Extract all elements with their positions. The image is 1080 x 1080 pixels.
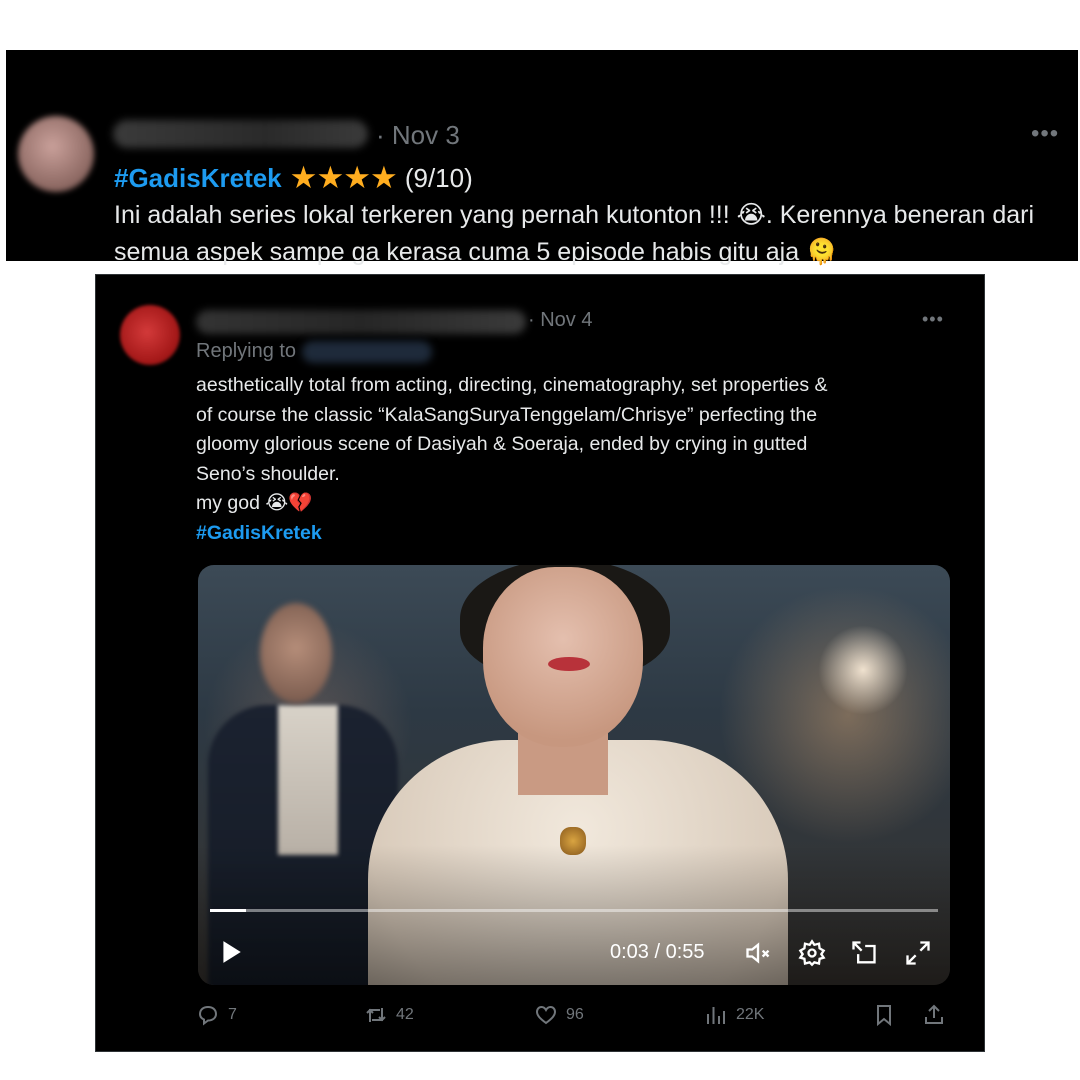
more-icon[interactable]: ••• [922,309,944,330]
video-player[interactable]: 0:03 / 0:55 [198,565,950,985]
settings-icon[interactable] [798,939,826,967]
reply-count: 7 [228,1006,237,1023]
views-icon [707,1007,725,1024]
video-time: 0:03 / 0:55 [610,941,705,963]
hashtag-link[interactable]: #GadisKretek [196,519,956,549]
reply-button[interactable]: 7 [196,1003,237,1027]
view-count: 22K [736,1006,765,1023]
tweet-date[interactable]: · Nov 4 [528,309,592,332]
replying-to: Replying to [196,340,433,363]
video-frame-figure [260,603,332,703]
views-button[interactable]: 22K [704,1003,764,1027]
star-rating-icons: ★★★★ [289,160,398,195]
repost-count: 42 [396,1006,414,1023]
hashtag-link[interactable]: #GadisKretek [114,163,282,194]
reply-icon [198,1005,218,1026]
bookmark-button[interactable] [872,1003,896,1027]
blurred-username [196,310,526,334]
rating-text: (9/10) [404,162,473,193]
video-progress-fill [210,909,247,912]
blurred-reply-handle[interactable] [302,340,433,363]
replying-to-label: Replying to [196,340,297,362]
tweet-rating-line: #GadisKretek ★★★★ (9/10) [114,160,473,196]
fullscreen-icon[interactable] [904,939,932,967]
more-icon[interactable]: ••• [1031,120,1059,148]
like-count: 96 [566,1006,584,1023]
tweet-actions: 7 42 96 22K [196,1003,956,1033]
pip-icon[interactable] [850,939,878,967]
tweet-text: Ini adalah series lokal terkeren yang pe… [114,201,1035,266]
tweet-text-line: my god 😭💔 [196,492,313,515]
tweet-text-line: gloomy glorious scene of Dasiyah & Soera… [196,433,808,456]
tweet-reply: · Nov 4 ••• Replying to aesthetically to… [95,274,985,1052]
share-button[interactable] [922,1003,946,1027]
repost-icon [366,1008,386,1022]
tweet-text-line: aesthetically total from acting, directi… [196,374,828,396]
like-icon [535,1005,557,1025]
like-button[interactable]: 96 [534,1003,584,1027]
mute-icon[interactable] [744,939,772,967]
share-icon [925,1004,943,1024]
play-icon[interactable] [218,939,244,965]
avatar[interactable] [120,305,180,365]
video-frame-light [818,625,908,715]
tweet-top: · Nov 3 ••• #GadisKretek ★★★★ (9/10) Ini… [6,50,1078,266]
tweet-text: aesthetically total from acting, directi… [196,371,956,549]
avatar[interactable] [18,116,94,192]
bookmark-icon [877,1005,891,1027]
video-frame-figure [548,657,590,671]
video-progress-bar[interactable] [210,909,938,912]
repost-button[interactable]: 42 [364,1003,414,1027]
video-frame-figure [278,705,338,855]
blurred-username [113,120,368,148]
tweet-date[interactable]: · Nov 3 [376,120,460,151]
video-controls-shade [198,845,950,985]
tweet-text-line: of course the classic “KalaSangSuryaTeng… [196,403,818,426]
tweet-text-line: Seno’s shoulder. [196,462,340,485]
